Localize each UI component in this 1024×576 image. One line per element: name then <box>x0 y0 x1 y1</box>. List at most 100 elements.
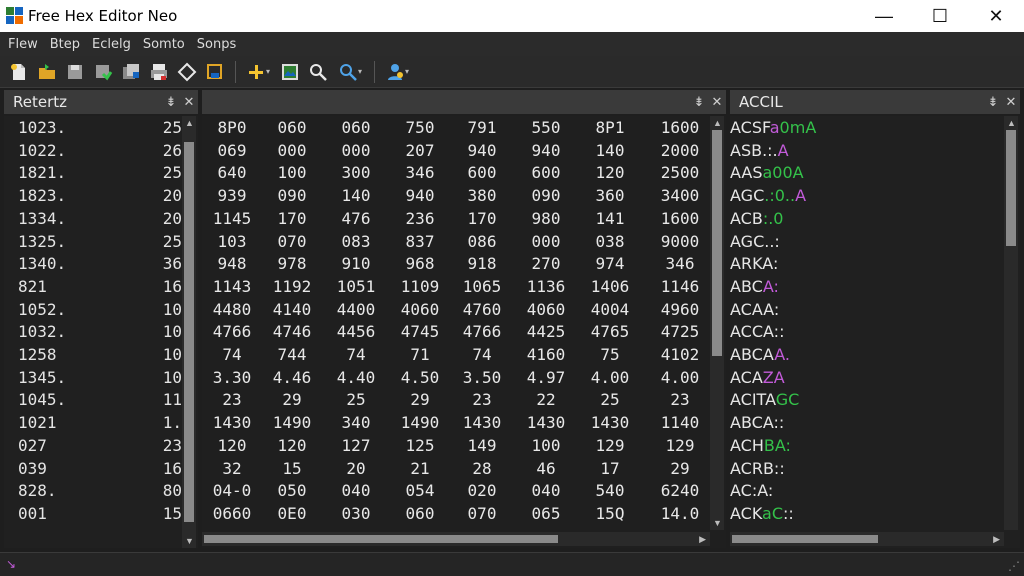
ascii-row[interactable]: ACAZA <box>730 367 1000 389</box>
hex-cell[interactable]: 600 <box>516 162 576 184</box>
hex-cell[interactable]: 050 <box>262 480 322 502</box>
offset-row[interactable]: 1345. 10 <box>4 367 182 389</box>
ascii-row[interactable]: AGC.:0..A <box>730 185 1000 207</box>
menu-item[interactable]: Flew <box>8 37 38 52</box>
hex-cell[interactable]: 1490 <box>390 412 450 434</box>
hex-cell[interactable]: 4.97 <box>516 367 576 389</box>
hex-cell[interactable]: 069 <box>202 140 262 162</box>
hex-cell[interactable]: 346 <box>390 162 450 184</box>
hex-cell[interactable]: 23 <box>650 389 710 411</box>
hex-cell[interactable]: 29 <box>262 389 322 411</box>
ascii-row[interactable]: ACKaC:: <box>730 503 1000 525</box>
ascii-row[interactable]: ABCA:: <box>730 412 1000 434</box>
hex-cell[interactable]: 29 <box>650 458 710 480</box>
hex-cell[interactable]: 28 <box>452 458 512 480</box>
hex-cell[interactable]: 129 <box>580 435 640 457</box>
hex-horizontal-scrollbar[interactable]: ▶ <box>202 532 710 546</box>
offset-row[interactable]: 1032. 10 <box>4 321 182 343</box>
offset-row[interactable]: 027 23 <box>4 435 182 457</box>
menu-item[interactable]: Eclelg <box>92 37 131 52</box>
hex-cell[interactable]: 1136 <box>516 276 576 298</box>
offset-row[interactable]: 828. 80 <box>4 480 182 502</box>
hex-cell[interactable]: 170 <box>262 208 322 230</box>
hex-cell[interactable]: 980 <box>516 208 576 230</box>
hex-cell[interactable]: 2000 <box>650 140 710 162</box>
hex-cell[interactable]: 103 <box>202 231 262 253</box>
offset-row[interactable]: 1022. 26 <box>4 140 182 162</box>
hex-cell[interactable]: 040 <box>516 480 576 502</box>
hex-cell[interactable]: 4060 <box>390 299 450 321</box>
ascii-row[interactable]: ACITAGC <box>730 389 1000 411</box>
hex-cell[interactable]: 1143 <box>202 276 262 298</box>
close-icon[interactable]: ✕ <box>180 94 198 110</box>
ascii-row[interactable]: ABCAA. <box>730 344 1000 366</box>
hex-cell[interactable]: 140 <box>326 185 386 207</box>
user-dropdown-icon[interactable]: ▾ <box>380 59 414 85</box>
ascii-row[interactable]: ACAA: <box>730 299 1000 321</box>
hex-cell[interactable]: 207 <box>390 140 450 162</box>
save-green-icon[interactable] <box>90 59 116 85</box>
offset-row[interactable]: 1325. 25 <box>4 231 182 253</box>
offset-row[interactable]: 1021 1. <box>4 412 182 434</box>
hex-cell[interactable]: 4456 <box>326 321 386 343</box>
hex-cell[interactable]: 141 <box>580 208 640 230</box>
hex-cell[interactable]: 32 <box>202 458 262 480</box>
hex-cell[interactable]: 000 <box>516 231 576 253</box>
hex-cell[interactable]: 4725 <box>650 321 710 343</box>
image-icon[interactable] <box>277 59 303 85</box>
ascii-row[interactable]: ARKA: <box>730 253 1000 275</box>
hex-cell[interactable]: 140 <box>580 140 640 162</box>
hex-cell[interactable]: 4140 <box>262 299 322 321</box>
hex-cell[interactable]: 8P1 <box>580 117 640 139</box>
offset-row[interactable]: 1823. 20 <box>4 185 182 207</box>
ascii-row[interactable]: ACHBA: <box>730 435 1000 457</box>
hex-cell[interactable]: 744 <box>262 344 322 366</box>
hex-cell[interactable]: 000 <box>262 140 322 162</box>
hex-cell[interactable]: 300 <box>326 162 386 184</box>
hex-cell[interactable]: 1192 <box>262 276 322 298</box>
save-icon[interactable] <box>62 59 88 85</box>
ascii-row[interactable]: ABCA: <box>730 276 1000 298</box>
hex-cell[interactable]: 086 <box>452 231 512 253</box>
offset-row[interactable]: 1045. 11 <box>4 389 182 411</box>
hex-cell[interactable]: 74 <box>326 344 386 366</box>
hex-cell[interactable]: 360 <box>580 185 640 207</box>
scroll-right-arrow-icon[interactable]: ▶ <box>993 534 1000 545</box>
hex-cell[interactable]: 120 <box>262 435 322 457</box>
scroll-up-arrow-icon[interactable]: ▲ <box>185 118 194 128</box>
scroll-down-arrow-icon[interactable]: ▼ <box>185 536 194 546</box>
hex-cell[interactable]: 0E0 <box>262 503 322 525</box>
hex-vertical-scrollbar[interactable]: ▲ ▼ <box>710 116 724 530</box>
hex-cell[interactable]: 948 <box>202 253 262 275</box>
print-icon[interactable] <box>146 59 172 85</box>
offset-row[interactable]: 039 16 <box>4 458 182 480</box>
hex-cell[interactable]: 2500 <box>650 162 710 184</box>
hex-cell[interactable]: 4.46 <box>262 367 322 389</box>
hex-cell[interactable]: 20 <box>326 458 386 480</box>
hex-cell[interactable]: 125 <box>390 435 450 457</box>
hex-cell[interactable]: 600 <box>452 162 512 184</box>
hex-cell[interactable]: 129 <box>650 435 710 457</box>
hex-cell[interactable]: 25 <box>580 389 640 411</box>
hex-cell[interactable]: 640 <box>202 162 262 184</box>
hex-cell[interactable]: 4.00 <box>650 367 710 389</box>
hex-cell[interactable]: 070 <box>452 503 512 525</box>
hex-cell[interactable]: 14.0 <box>650 503 710 525</box>
hex-cell[interactable]: 15Q <box>580 503 640 525</box>
ascii-vertical-scrollbar[interactable]: ▲ <box>1004 116 1018 530</box>
hex-cell[interactable]: 550 <box>516 117 576 139</box>
scroll-up-arrow-icon[interactable]: ▲ <box>713 118 722 128</box>
hex-cell[interactable]: 000 <box>326 140 386 162</box>
hex-cell[interactable]: 15 <box>262 458 322 480</box>
hex-cell[interactable]: 4.50 <box>390 367 450 389</box>
save-as-icon[interactable] <box>202 59 228 85</box>
resize-grip-icon[interactable]: ⋰ <box>1008 559 1020 573</box>
hex-cell[interactable]: 030 <box>326 503 386 525</box>
hex-cell[interactable]: 020 <box>452 480 512 502</box>
hex-cell[interactable]: 4960 <box>650 299 710 321</box>
pin-icon[interactable]: ⇟ <box>984 94 1002 110</box>
ascii-row[interactable]: AGC..: <box>730 231 1000 253</box>
hex-cell[interactable]: 21 <box>390 458 450 480</box>
hex-cell[interactable]: 3.50 <box>452 367 512 389</box>
hex-cell[interactable]: 040 <box>326 480 386 502</box>
